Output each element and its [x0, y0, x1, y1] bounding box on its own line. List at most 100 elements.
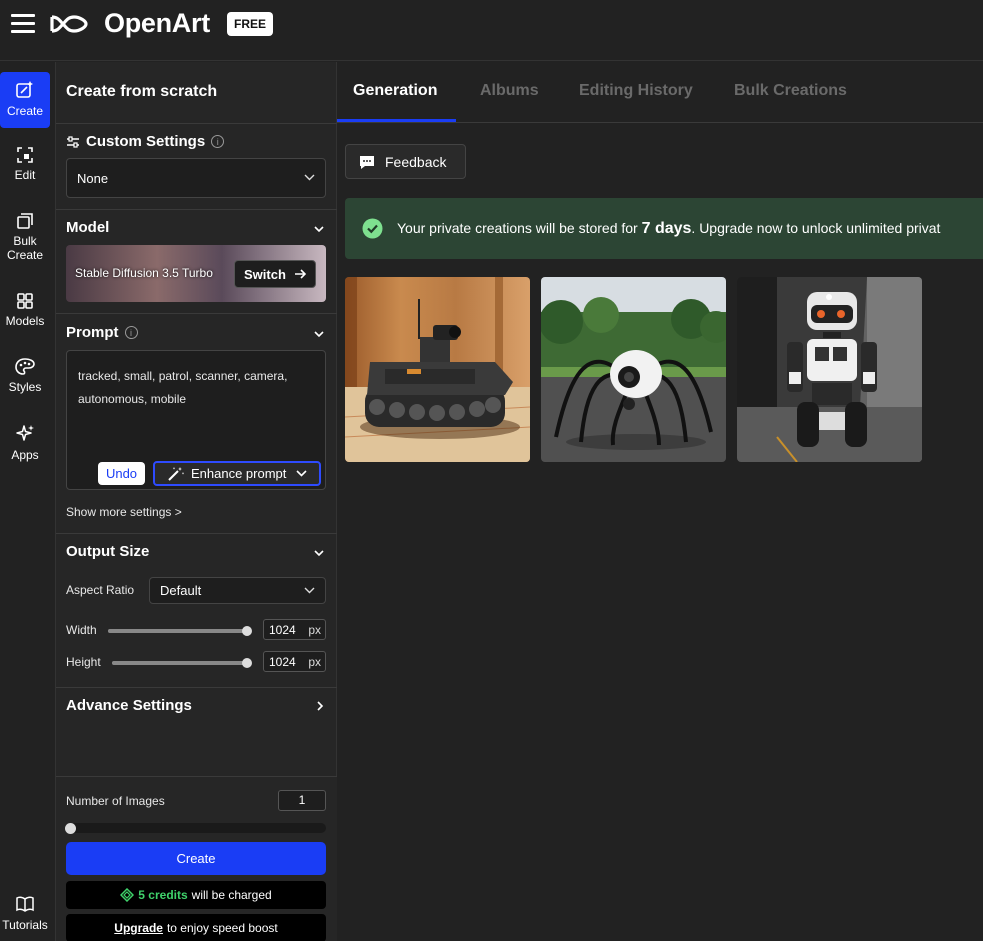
chevron-down-icon[interactable] — [313, 328, 325, 340]
custom-settings-title: Custom Settings — [86, 133, 206, 150]
notice-text: Your private creations will be stored fo… — [397, 219, 941, 237]
book-icon — [16, 896, 34, 912]
switch-model-button[interactable]: Switch — [234, 260, 316, 288]
rail-item-create[interactable]: Create — [0, 72, 50, 128]
divider — [56, 209, 337, 210]
rail-label: Styles — [8, 380, 42, 394]
custom-settings-select[interactable]: None — [66, 158, 326, 198]
credits-notice: 5 credits will be charged — [66, 881, 326, 909]
rail-label: Apps — [11, 448, 39, 462]
tracked-robot-image — [345, 277, 530, 462]
tutorials-button[interactable]: Tutorials — [0, 896, 50, 932]
magic-wand-icon — [168, 466, 184, 481]
storage-notice-banner: Your private creations will be stored fo… — [345, 198, 983, 259]
upgrade-suffix: to enjoy speed boost — [166, 921, 278, 935]
tab-albums[interactable]: Albums — [480, 82, 539, 100]
chevron-down-icon[interactable] — [313, 547, 325, 559]
number-of-images-input[interactable]: 1 — [278, 790, 326, 811]
rail-label: Models — [5, 314, 45, 328]
chat-icon — [360, 155, 374, 169]
tutorials-label: Tutorials — [2, 918, 48, 932]
rail-label: Edit — [14, 168, 36, 182]
tab-bulk-creations[interactable]: Bulk Creations — [734, 82, 847, 100]
number-of-images-knob[interactable] — [65, 823, 76, 834]
generated-image-3[interactable] — [737, 277, 922, 462]
tab-editing-history[interactable]: Editing History — [579, 82, 693, 100]
aspect-ratio-select[interactable]: Default — [149, 577, 326, 604]
undo-button[interactable]: Undo — [98, 462, 145, 485]
advance-settings-title[interactable]: Advance Settings — [66, 697, 192, 714]
rail-item-apps[interactable]: Apps — [0, 424, 50, 462]
arrow-right-icon — [294, 269, 307, 279]
custom-settings-header: Custom Settings i — [66, 133, 225, 150]
main-area: Generation Albums Editing History Bulk C… — [337, 62, 983, 941]
upgrade-notice: Upgrade to enjoy speed boost — [66, 914, 326, 941]
chevron-down-icon[interactable] — [313, 223, 325, 235]
prompt-title: Prompt — [66, 324, 119, 341]
bulk-create-icon — [17, 213, 33, 229]
width-input[interactable]: 1024 px — [263, 619, 326, 640]
generated-image-2[interactable] — [541, 277, 726, 462]
model-card[interactable]: Stable Diffusion 3.5 Turbo Switch — [66, 245, 326, 302]
model-name: Stable Diffusion 3.5 Turbo — [75, 266, 213, 280]
number-of-images-slider[interactable] — [65, 823, 326, 834]
feedback-button[interactable]: Feedback — [345, 144, 466, 179]
enhance-prompt-button[interactable]: Enhance prompt — [153, 461, 321, 486]
models-icon — [17, 293, 33, 309]
height-input[interactable]: 1024 px — [263, 651, 326, 672]
menu-icon[interactable] — [11, 14, 35, 36]
width-slider[interactable] — [108, 626, 252, 636]
show-more-settings-link[interactable]: Show more settings > — [66, 505, 182, 519]
aspect-ratio-value: Default — [160, 583, 202, 598]
info-icon[interactable]: i — [124, 326, 138, 339]
brand-name: OpenArt — [104, 8, 210, 38]
active-tab-indicator — [337, 119, 456, 122]
feedback-label: Feedback — [385, 153, 447, 170]
sliders-icon — [67, 135, 79, 148]
height-slider-knob[interactable] — [242, 658, 252, 668]
generated-image-1[interactable] — [345, 277, 530, 462]
check-circle-icon — [362, 218, 383, 239]
aspect-ratio-label: Aspect Ratio — [66, 583, 135, 597]
tab-generation[interactable]: Generation — [353, 82, 437, 100]
output-size-title: Output Size — [66, 543, 150, 560]
prompt-text[interactable]: tracked, small, patrol, scanner, camera,… — [78, 365, 318, 411]
logo[interactable]: OpenArt — [46, 8, 210, 39]
chevron-down-icon — [304, 587, 315, 593]
switch-label: Switch — [244, 266, 286, 282]
styles-icon — [15, 358, 35, 375]
upgrade-link[interactable]: Upgrade — [114, 921, 163, 935]
height-unit: px — [308, 654, 321, 669]
create-button[interactable]: Create — [66, 842, 326, 875]
credits-suffix: will be charged — [191, 888, 272, 902]
left-rail: Create Edit Bulk Create Models Styles Ap… — [0, 62, 55, 941]
divider — [56, 533, 337, 534]
width-unit: px — [308, 622, 321, 637]
notice-days: 7 days — [641, 219, 692, 237]
credits-amount: 5 credits — [138, 888, 188, 902]
prompt-header: Prompt i — [66, 324, 138, 341]
height-value: 1024 — [269, 654, 296, 669]
edit-icon — [17, 147, 33, 163]
humanoid-robot-image — [737, 277, 922, 462]
rail-item-styles[interactable]: Styles — [0, 358, 50, 394]
width-value: 1024 — [269, 622, 296, 637]
divider — [56, 123, 337, 124]
plan-badge: FREE — [227, 12, 274, 36]
divider — [56, 313, 337, 314]
rail-item-models[interactable]: Models — [0, 292, 50, 328]
gem-icon — [120, 888, 135, 902]
model-section-title: Model — [66, 219, 110, 236]
prompt-input[interactable]: tracked, small, patrol, scanner, camera,… — [66, 350, 326, 490]
number-of-images-label: Number of Images — [66, 794, 165, 808]
tab-bar: Generation Albums Editing History Bulk C… — [337, 62, 983, 123]
chevron-down-icon — [296, 470, 307, 477]
rail-label: Create — [6, 104, 44, 118]
height-slider[interactable] — [112, 658, 252, 668]
rail-label: Bulk Create — [7, 234, 44, 262]
rail-item-bulk-create[interactable]: Bulk Create — [0, 212, 50, 262]
width-slider-knob[interactable] — [242, 626, 252, 636]
info-icon[interactable]: i — [211, 135, 225, 148]
rail-item-edit[interactable]: Edit — [0, 146, 50, 182]
chevron-right-icon[interactable] — [314, 700, 326, 712]
